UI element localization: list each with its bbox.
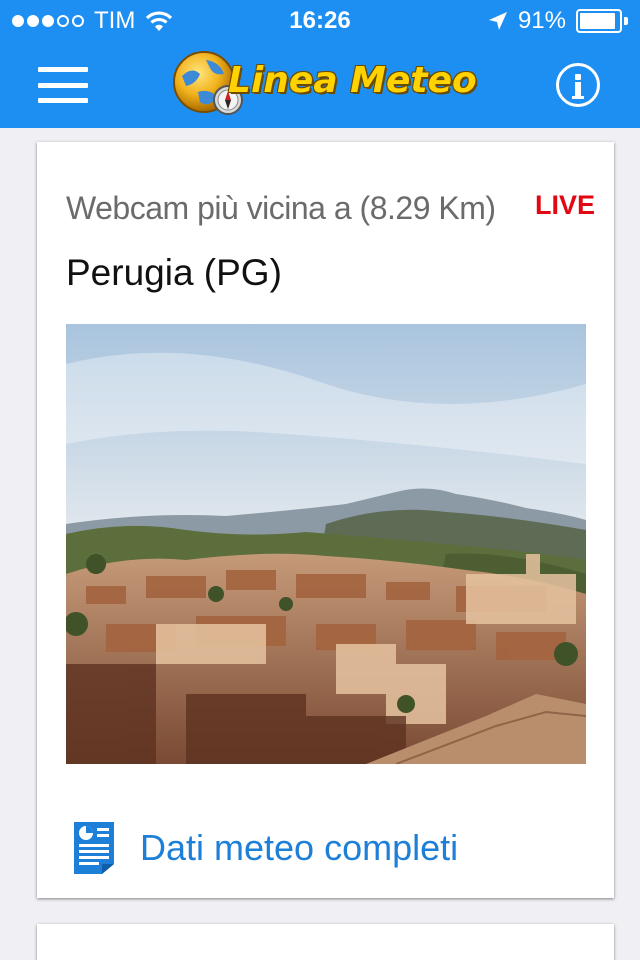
logo-text: Linea Meteo: [228, 60, 477, 101]
menu-line: [38, 98, 88, 103]
full-weather-data-link[interactable]: Dati meteo completi: [72, 818, 458, 878]
battery-percent: 91%: [517, 7, 566, 34]
top-bar: TIM 16:26 91% Linea Meteo: [0, 0, 640, 128]
battery-body: [576, 9, 622, 33]
webcam-card: Webcam più vicina a (8.29 Km) LIVE Perug…: [37, 142, 614, 898]
live-badge: LIVE: [534, 190, 595, 220]
menu-line: [38, 82, 88, 88]
info-base: [572, 96, 584, 99]
full-weather-data-label: Dati meteo completi: [140, 827, 459, 868]
battery-fill: [580, 13, 615, 29]
location-title: Perugia (PG): [66, 252, 282, 293]
nearest-webcam-label: Webcam più vicina a (8.29 Km): [66, 190, 496, 226]
nav-bar: Linea Meteo: [0, 40, 640, 128]
webcam-photo[interactable]: [66, 324, 586, 764]
webcam-photo-illustration: [66, 324, 586, 764]
menu-line: [38, 67, 88, 72]
status-right: 91%: [488, 7, 628, 35]
menu-icon[interactable]: [38, 67, 88, 103]
next-card: [37, 924, 614, 960]
status-bar: TIM 16:26 91%: [0, 0, 640, 40]
battery-icon: [576, 9, 628, 33]
document-chart-icon: [74, 822, 114, 874]
location-arrow-icon: [488, 12, 507, 30]
info-dot: [575, 74, 581, 80]
battery-tip: [624, 17, 628, 25]
app-logo: Linea Meteo: [170, 46, 477, 124]
info-icon[interactable]: [556, 63, 600, 107]
